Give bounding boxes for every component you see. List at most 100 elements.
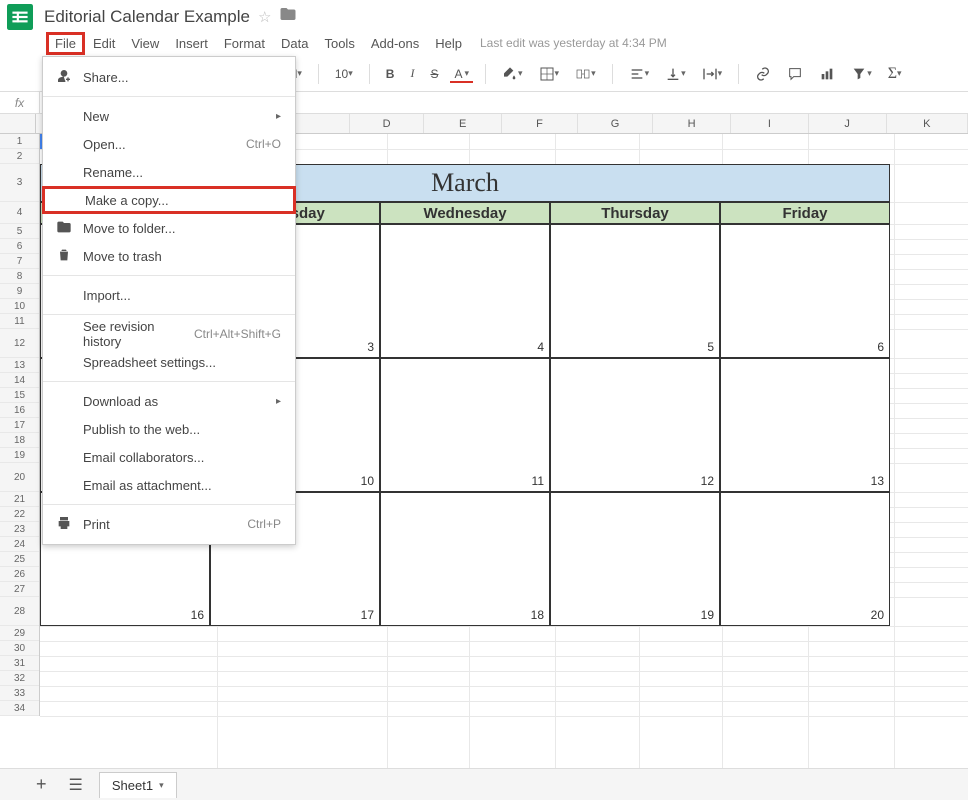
menu-edit[interactable]: Edit xyxy=(85,32,123,55)
row-header[interactable]: 6 xyxy=(0,239,39,254)
row-header[interactable]: 7 xyxy=(0,254,39,269)
menu-help[interactable]: Help xyxy=(427,32,470,55)
row-header[interactable]: 26 xyxy=(0,567,39,582)
row-header[interactable]: 24 xyxy=(0,537,39,552)
text-wrap-button[interactable]: ▾ xyxy=(698,64,727,84)
column-header[interactable]: E xyxy=(424,114,502,133)
menu-format[interactable]: Format xyxy=(216,32,273,55)
calendar-date: 11 xyxy=(380,463,550,492)
row-header[interactable]: 33 xyxy=(0,686,39,701)
row-header[interactable]: 23 xyxy=(0,522,39,537)
fill-color-button[interactable]: ▾ xyxy=(498,64,527,84)
row-header[interactable]: 20 xyxy=(0,463,39,492)
row-header[interactable]: 5 xyxy=(0,224,39,239)
calendar-day-header: Thursday xyxy=(550,202,720,224)
row-header[interactable]: 30 xyxy=(0,641,39,656)
menu-data[interactable]: Data xyxy=(273,32,316,55)
row-header[interactable]: 18 xyxy=(0,433,39,448)
column-header[interactable]: I xyxy=(731,114,809,133)
menu-item-move-folder[interactable]: Move to folder... xyxy=(43,214,295,242)
vertical-align-button[interactable]: ▾ xyxy=(661,64,690,84)
menu-item-revision-history[interactable]: See revision historyCtrl+Alt+Shift+G xyxy=(43,320,295,348)
row-header[interactable]: 9 xyxy=(0,284,39,299)
row-header[interactable]: 11 xyxy=(0,314,39,329)
functions-button[interactable]: Σ▾ xyxy=(884,63,906,85)
menu-item-rename[interactable]: Rename... xyxy=(43,158,295,186)
row-header[interactable]: 28 xyxy=(0,597,39,626)
row-header[interactable]: 29 xyxy=(0,626,39,641)
menu-tools[interactable]: Tools xyxy=(316,32,362,55)
column-header[interactable]: G xyxy=(578,114,653,133)
column-header[interactable]: D xyxy=(350,114,424,133)
chevron-down-icon: ▾ xyxy=(645,68,650,79)
row-header[interactable]: 10 xyxy=(0,299,39,314)
calendar-date: 20 xyxy=(720,597,890,626)
merge-cells-button[interactable]: ▾ xyxy=(571,64,600,84)
menu-item-import[interactable]: Import... xyxy=(43,281,295,309)
menu-addons[interactable]: Add-ons xyxy=(363,32,427,55)
sheets-app-icon[interactable] xyxy=(0,2,40,32)
add-sheet-button[interactable]: + xyxy=(30,774,53,795)
menu-item-email-collaborators[interactable]: Email collaborators... xyxy=(43,443,295,471)
column-header[interactable]: F xyxy=(502,114,578,133)
document-title[interactable]: Editorial Calendar Example xyxy=(40,7,250,27)
horizontal-align-button[interactable]: ▾ xyxy=(625,64,654,84)
row-header[interactable]: 13 xyxy=(0,358,39,373)
row-header[interactable]: 27 xyxy=(0,582,39,597)
menu-item-download-as[interactable]: Download as▸ xyxy=(43,387,295,415)
chevron-down-icon: ▾ xyxy=(555,68,560,79)
menu-item-spreadsheet-settings[interactable]: Spreadsheet settings... xyxy=(43,348,295,376)
star-icon[interactable]: ☆ xyxy=(258,8,271,26)
row-header[interactable]: 16 xyxy=(0,403,39,418)
last-edit-status[interactable]: Last edit was yesterday at 4:34 PM xyxy=(480,36,667,50)
row-header[interactable]: 34 xyxy=(0,701,39,716)
column-header[interactable]: J xyxy=(809,114,887,133)
folder-icon[interactable] xyxy=(279,5,297,28)
row-header[interactable]: 15 xyxy=(0,388,39,403)
row-header[interactable]: 31 xyxy=(0,656,39,671)
trash-icon xyxy=(55,247,73,266)
row-header[interactable]: 12 xyxy=(0,329,39,358)
row-header[interactable]: 2 xyxy=(0,149,39,164)
borders-button[interactable]: ▾ xyxy=(535,64,564,84)
menu-item-print[interactable]: PrintCtrl+P xyxy=(43,510,295,538)
row-header[interactable]: 1 xyxy=(0,134,39,149)
insert-comment-button[interactable] xyxy=(783,64,807,84)
column-header[interactable]: H xyxy=(653,114,731,133)
menu-item-email-attachment[interactable]: Email as attachment... xyxy=(43,471,295,499)
text-color-button[interactable]: A ▾ xyxy=(450,65,473,83)
bold-button[interactable]: B xyxy=(382,65,399,83)
insert-chart-button[interactable] xyxy=(815,64,839,84)
insert-link-button[interactable] xyxy=(751,64,775,84)
italic-button[interactable]: I xyxy=(406,64,418,83)
row-header[interactable]: 17 xyxy=(0,418,39,433)
sheet-tab[interactable]: Sheet1 ▾ xyxy=(99,772,177,798)
menu-item-share[interactable]: Share... xyxy=(43,63,295,91)
menu-item-publish-web[interactable]: Publish to the web... xyxy=(43,415,295,443)
sheet-tab-label: Sheet1 xyxy=(112,778,153,793)
menu-item-move-trash[interactable]: Move to trash xyxy=(43,242,295,270)
filter-button[interactable]: ▾ xyxy=(847,64,876,84)
print-icon xyxy=(55,515,73,534)
menu-file[interactable]: File xyxy=(46,32,85,55)
column-header[interactable]: K xyxy=(887,114,968,133)
row-header[interactable]: 21 xyxy=(0,492,39,507)
font-size-select[interactable]: 10 ▾ xyxy=(331,65,357,83)
menu-view[interactable]: View xyxy=(123,32,167,55)
all-sheets-button[interactable]: ☰ xyxy=(63,775,89,795)
row-header[interactable]: 22 xyxy=(0,507,39,522)
row-header[interactable]: 19 xyxy=(0,448,39,463)
row-header[interactable]: 8 xyxy=(0,269,39,284)
row-header[interactable]: 32 xyxy=(0,671,39,686)
row-header[interactable]: 25 xyxy=(0,552,39,567)
strikethrough-button[interactable]: S xyxy=(426,65,442,83)
chevron-down-icon: ▾ xyxy=(681,68,686,79)
menu-insert[interactable]: Insert xyxy=(167,32,216,55)
row-header[interactable]: 4 xyxy=(0,202,39,224)
row-header[interactable]: 3 xyxy=(0,164,39,202)
calendar-date: 13 xyxy=(720,463,890,492)
row-header[interactable]: 14 xyxy=(0,373,39,388)
menu-item-open[interactable]: Open...Ctrl+O xyxy=(43,130,295,158)
menu-item-make-copy[interactable]: Make a copy... xyxy=(42,186,296,214)
menu-item-new[interactable]: New▸ xyxy=(43,102,295,130)
